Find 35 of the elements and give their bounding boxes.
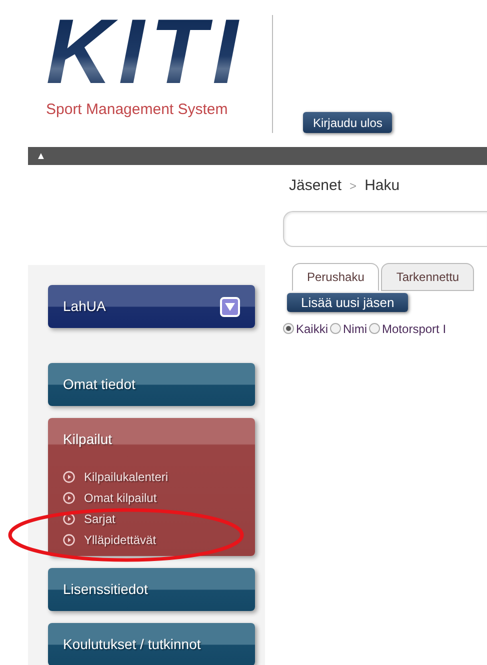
play-circle-icon (63, 534, 75, 546)
play-circle-icon (63, 471, 75, 483)
radio-label[interactable]: Kaikki (296, 320, 328, 338)
menu-section-label[interactable]: Koulutukset / tutkinnot (63, 634, 201, 655)
logout-button[interactable]: Kirjaudu ulos (303, 112, 392, 133)
radio-button[interactable] (330, 323, 342, 334)
play-circle-icon (63, 492, 75, 504)
breadcrumb-current: Haku (364, 176, 400, 196)
radio-label[interactable]: Nimi (343, 320, 368, 338)
add-member-button[interactable]: Lisää uusi jäsen (287, 292, 408, 312)
breadcrumb-link[interactable]: Jäsenet (289, 175, 342, 198)
radio-label[interactable]: Motorsport I (382, 320, 446, 338)
menu-section-label[interactable]: Kilpailut (63, 431, 112, 447)
tab[interactable]: Tarkennettu (381, 262, 474, 290)
submenu-link[interactable]: Ylläpidettävät (84, 531, 156, 549)
dropdown-icon[interactable] (220, 296, 240, 316)
submenu-link[interactable]: Omat kilpailut (84, 489, 157, 507)
play-circle-icon (63, 513, 75, 525)
menu-section-label[interactable]: LahUA (63, 296, 106, 317)
menu-section-label[interactable]: Omat tiedot (63, 374, 136, 395)
menu-section[interactable]: Koulutukset / tutkinnot (48, 623, 255, 665)
menu-section[interactable]: Lisenssitiedot (48, 568, 255, 611)
organization-dropdown[interactable]: LahUA (48, 285, 255, 328)
search-field[interactable] (283, 210, 487, 246)
tab[interactable]: Perushaku (292, 262, 380, 290)
logo-tagline: Sport Management System (46, 100, 228, 120)
submenu-link[interactable]: Kilpailukalenteri (84, 468, 168, 486)
radio-button[interactable] (283, 323, 294, 334)
menu-section[interactable]: Omat tiedot (48, 363, 255, 406)
radio-button[interactable] (369, 323, 380, 334)
submenu-link[interactable]: Sarjat (84, 510, 116, 528)
breadcrumb-separator: > (350, 178, 357, 196)
collapse-toggle[interactable]: ▲ (36, 148, 46, 164)
menu-section-label[interactable]: Lisenssitiedot (63, 579, 148, 600)
menu-section-expanded[interactable]: Kilpailut Kilpailukalenteri Omat kilpailut Sarjat Ylläpidettävät (48, 418, 255, 556)
